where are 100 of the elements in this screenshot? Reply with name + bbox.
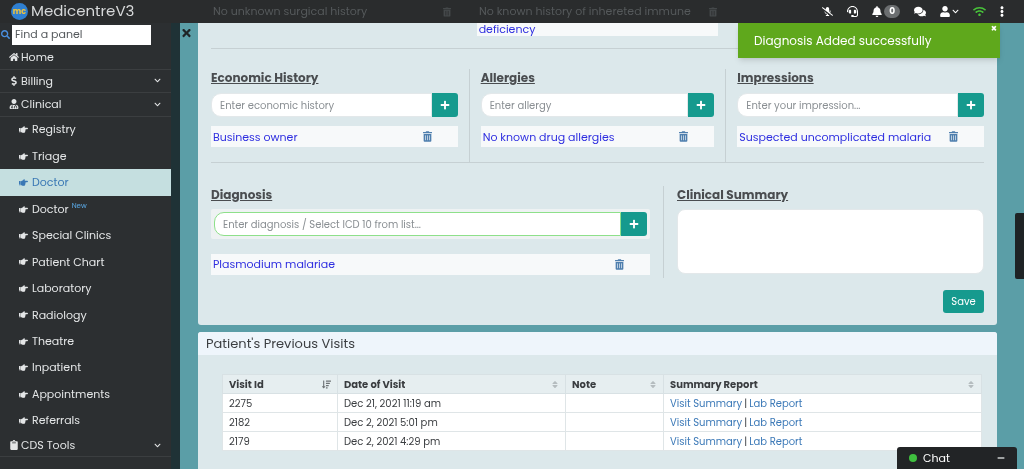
sidebar-subitem[interactable]: Theatre [0, 328, 171, 355]
plus-icon [439, 100, 450, 111]
text-input[interactable]: Enter your impression... [737, 93, 958, 118]
notification-icon[interactable] [872, 6, 883, 17]
table-cell: 2182 [222, 412, 338, 432]
report-link[interactable]: Visit Summary [670, 395, 743, 411]
sidebar-label: Triage [32, 147, 67, 165]
report-link[interactable]: Visit Summary [670, 414, 743, 430]
trash-icon [443, 6, 451, 17]
entry-text: No known drug allergies [482, 128, 615, 146]
sidebar-subitem[interactable]: Patient Chart [0, 248, 171, 276]
chevron-icon[interactable] [154, 77, 161, 85]
app-logo: mc [11, 3, 28, 20]
chat-widget[interactable]: Chat [897, 447, 1017, 469]
pointing-hand-icon [18, 336, 29, 346]
report-link[interactable]: Lab Report [749, 414, 803, 430]
pointing-hand-icon [18, 310, 29, 320]
table-cell: Dec 2, 2021 5:01 pm [337, 412, 566, 432]
section-heading: Allergies [480, 69, 536, 88]
sidebar-subitem[interactable]: Special Clinics [0, 222, 171, 249]
sidebar-item[interactable]: Clinical [0, 93, 171, 117]
sidebar-label: Home [21, 49, 54, 66]
clinical-summary-field[interactable] [677, 209, 984, 274]
sidebar-label: CDS Tools [21, 436, 76, 454]
sidebar-subitem[interactable]: Registry [0, 116, 171, 143]
table-cell: Dec 21, 2021 11:19 am [337, 393, 566, 413]
chevron-icon[interactable] [154, 441, 161, 449]
sort-icon[interactable] [322, 379, 331, 389]
report-link[interactable]: Lab Report [749, 433, 803, 449]
entry-text: Plasmodium malariae [213, 256, 336, 273]
sidebar-label: Patient Chart [32, 253, 105, 271]
notification-count: 0 [884, 5, 900, 18]
minimize-icon[interactable] [997, 454, 1005, 462]
close-icon[interactable] [181, 27, 192, 39]
trash-icon[interactable] [679, 131, 689, 143]
chat-label: Chat [923, 449, 951, 467]
sidebar-subitem[interactable]: Referrals [0, 407, 171, 434]
more-icon[interactable] [1000, 6, 1004, 17]
headset-icon[interactable] [847, 6, 859, 17]
sidebar-label: Special Clinics [32, 227, 112, 244]
text-input[interactable]: Enter allergy [480, 93, 689, 118]
plus-icon [696, 100, 707, 111]
sidebar-subitem[interactable]: Appointments [0, 380, 171, 408]
trash-icon[interactable] [949, 131, 958, 143]
add-button[interactable] [431, 93, 458, 118]
sidebar-item[interactable]: CDS Tools [0, 433, 171, 458]
column-header[interactable]: Note [565, 374, 664, 394]
column-header[interactable]: Date of Visit [337, 374, 566, 394]
chevron-icon[interactable] [952, 8, 959, 15]
trash-icon [709, 6, 717, 17]
table-cell: 2179 [222, 431, 338, 451]
card-title: Patient's Previous Visits [206, 333, 355, 354]
user-icon[interactable] [940, 6, 950, 17]
muted-microphone-icon[interactable] [822, 6, 834, 17]
column-header[interactable]: Visit Id [222, 374, 338, 394]
link-separator: | [743, 414, 749, 430]
pointing-hand-icon [18, 257, 29, 267]
add-button[interactable] [958, 93, 984, 118]
link-separator: | [743, 395, 749, 411]
sidebar-subitem[interactable]: Radiology [0, 301, 171, 328]
text-input[interactable]: Enter diagnosis / Select ICD 10 from list... [214, 212, 621, 236]
toast-message: Diagnosis Added successfully [754, 31, 932, 50]
section-heading: Impressions [737, 69, 815, 88]
entry-text: Business owner [213, 128, 298, 146]
sidebar-label: Appointments [32, 385, 110, 403]
doctor-icon [9, 99, 19, 110]
house-icon [9, 52, 19, 63]
sidebar-subitem[interactable]: Triage [0, 142, 171, 170]
report-link[interactable]: Lab Report [749, 395, 803, 411]
sidebar-subitem[interactable]: Inpatient [0, 354, 171, 381]
search-field[interactable]: Find a panel [12, 24, 151, 45]
report-link[interactable]: Visit Summary [670, 433, 743, 449]
sidebar-label: Doctor [32, 200, 69, 218]
plus-icon [629, 219, 639, 229]
pointing-hand-icon [18, 125, 29, 135]
column-header[interactable]: Summary Report [663, 374, 982, 394]
text-input[interactable]: Enter economic history [211, 93, 432, 118]
sidebar-label: Clinical [21, 96, 62, 113]
search-icon [1, 30, 10, 39]
app-title: MedicentreV3 [31, 0, 135, 23]
entry-text: deficiency [478, 23, 536, 35]
pointing-hand-icon [18, 363, 29, 373]
scrollbar[interactable] [1015, 213, 1024, 279]
sidebar-subitem[interactable]: Laboratory [0, 275, 171, 302]
sidebar-label: Registry [32, 121, 76, 138]
sidebar-label: Radiology [32, 306, 87, 324]
sidebar-label: Doctor [32, 174, 69, 191]
table-cell: Dec 2, 2021 4:29 pm [337, 431, 566, 451]
pointing-hand-icon [18, 178, 29, 188]
add-button[interactable] [621, 212, 647, 236]
section-heading: Clinical Summary [677, 186, 790, 204]
link-separator: | [743, 433, 749, 449]
chevron-icon[interactable] [154, 100, 161, 108]
sidebar-label: Laboratory [32, 280, 92, 297]
trash-icon[interactable] [422, 131, 432, 143]
plus-icon [966, 100, 976, 111]
chat-icon[interactable] [914, 6, 926, 17]
sidebar-label: Theatre [32, 332, 75, 350]
trash-icon[interactable] [615, 259, 624, 270]
add-button[interactable] [688, 93, 715, 118]
